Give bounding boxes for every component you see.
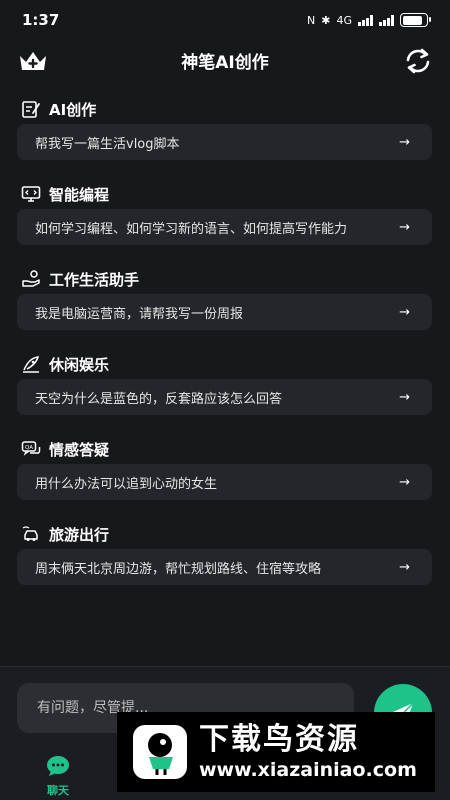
section-title: AI创作 xyxy=(49,100,97,119)
arrow-right-icon: → xyxy=(399,219,410,235)
section-header: 休闲娱乐 xyxy=(17,351,432,377)
prompt-card-emotional-qa[interactable]: 用什么办法可以追到心动的女生 → xyxy=(17,464,432,500)
arrow-right-icon: → xyxy=(399,304,410,320)
nfc-icon: N xyxy=(307,13,316,27)
section-ai-creation: AI创作 帮我写一篇生活vlog脚本 → xyxy=(17,96,432,160)
status-bar: 1:37 N ✱ 4G xyxy=(0,0,450,40)
section-header: 智能编程 xyxy=(17,181,432,207)
section-header: 旅游出行 xyxy=(17,521,432,547)
arrow-right-icon: → xyxy=(399,389,410,405)
watermark-title: 下载鸟资源 xyxy=(199,722,359,757)
status-time: 1:37 xyxy=(22,11,60,29)
travel-car-icon xyxy=(22,526,38,541)
arrow-right-icon: → xyxy=(399,474,410,490)
section-header: QA 情感答疑 xyxy=(17,436,432,462)
section-title: 工作生活助手 xyxy=(49,270,140,289)
tab-label: 聊天 xyxy=(47,784,69,797)
app-header: 神笔AI创作 xyxy=(0,40,450,80)
signal-icon-2 xyxy=(379,14,394,26)
section-emotional-qa: QA 情感答疑 用什么办法可以追到心动的女生 → xyxy=(17,436,432,500)
prompt-text: 我是电脑运营商，请帮我写一份周报 xyxy=(35,306,244,322)
arrow-right-icon: → xyxy=(399,134,410,150)
bird-logo-icon xyxy=(133,725,187,779)
section-title: 情感答疑 xyxy=(49,440,110,459)
section-smart-coding: 智能编程 如何学习编程、如何学习新的语言、如何提高写作能力 → xyxy=(17,181,432,245)
battery-icon xyxy=(400,13,431,27)
watermark-text: 下载鸟资源 www.xiazainiao.com xyxy=(199,722,417,782)
arrow-right-icon: → xyxy=(399,559,410,575)
watermark-url: www.xiazainiao.com xyxy=(199,759,417,781)
section-header: AI创作 xyxy=(17,96,432,122)
status-icons: N ✱ 4G xyxy=(307,13,431,27)
prompt-text: 帮我写一篇生活vlog脚本 xyxy=(35,136,180,152)
monitor-code-icon xyxy=(21,186,41,202)
section-title: 休闲娱乐 xyxy=(49,355,110,374)
edit-icon xyxy=(22,101,40,118)
section-title: 智能编程 xyxy=(49,185,110,204)
section-travel: 旅游出行 周末俩天北京周边游，帮忙规划路线、住宿等攻略 → xyxy=(17,521,432,585)
tab-chat[interactable]: 聊天 xyxy=(18,751,98,798)
network-type-icon: 4G xyxy=(336,13,352,27)
section-title: 旅游出行 xyxy=(49,525,110,544)
section-header: 工作生活助手 xyxy=(17,266,432,292)
prompt-text: 如何学习编程、如何学习新的语言、如何提高写作能力 xyxy=(35,221,348,237)
page-title: 神笔AI创作 xyxy=(181,52,269,73)
section-work-life-assistant: 工作生活助手 我是电脑运营商，请帮我写一份周报 → xyxy=(17,266,432,330)
prompt-card-work-life[interactable]: 我是电脑运营商，请帮我写一份周报 → xyxy=(17,294,432,330)
bluetooth-icon: ✱ xyxy=(321,13,331,27)
svg-text:QA: QA xyxy=(25,445,33,451)
prompt-card-ai-creation[interactable]: 帮我写一篇生活vlog脚本 → xyxy=(17,124,432,160)
prompt-card-leisure[interactable]: 天空为什么是蓝色的，反套路应该怎么回答 → xyxy=(17,379,432,415)
prompt-text: 周末俩天北京周边游，帮忙规划路线、住宿等攻略 xyxy=(35,561,322,577)
leisure-icon xyxy=(23,356,40,373)
suggestion-list: AI创作 帮我写一篇生活vlog脚本 → 智能编程 如何学习编程、如何学习新的语… xyxy=(17,96,432,606)
crown-icon[interactable] xyxy=(17,48,49,74)
refresh-icon[interactable] xyxy=(404,48,432,74)
prompt-card-travel[interactable]: 周末俩天北京周边游，帮忙规划路线、住宿等攻略 → xyxy=(17,549,432,585)
signal-icon xyxy=(358,14,373,26)
prompt-text: 天空为什么是蓝色的，反套路应该怎么回答 xyxy=(35,391,283,407)
prompt-text: 用什么办法可以追到心动的女生 xyxy=(35,476,218,492)
watermark: 下载鸟资源 www.xiazainiao.com xyxy=(117,712,435,792)
battery-level xyxy=(402,15,423,25)
prompt-card-smart-coding[interactable]: 如何学习编程、如何学习新的语言、如何提高写作能力 → xyxy=(17,209,432,245)
chat-bubble-icon xyxy=(47,756,69,776)
hand-coin-icon xyxy=(22,270,40,287)
qa-chat-icon: QA xyxy=(21,441,41,456)
section-leisure: 休闲娱乐 天空为什么是蓝色的，反套路应该怎么回答 → xyxy=(17,351,432,415)
